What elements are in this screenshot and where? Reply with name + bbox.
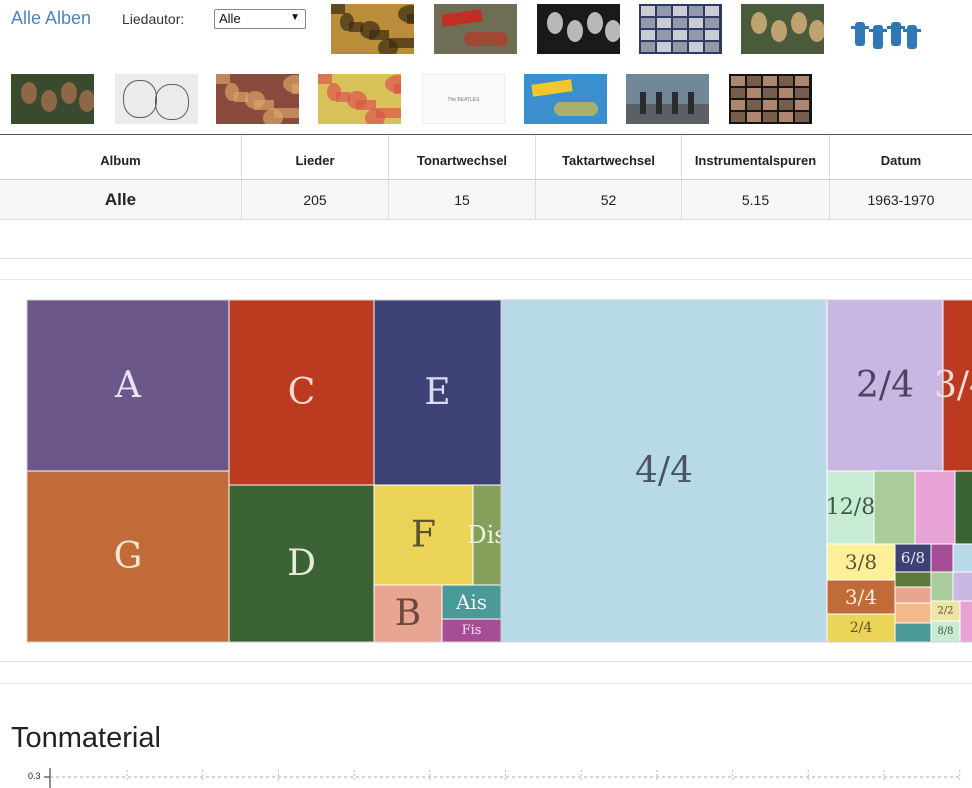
cell-songs: 205 — [242, 180, 389, 219]
meter-cell-small-0[interactable] — [930, 543, 954, 573]
album-cover-with-the-beatles-portrait[interactable] — [537, 4, 620, 54]
key-cell-d[interactable]: D — [228, 484, 375, 643]
key-cell-c[interactable]: C — [228, 299, 375, 486]
author-filter-label: Liedautor: — [122, 11, 185, 27]
key-cell-g-label: G — [114, 536, 143, 577]
meter-cell-7[interactable]: 3/8 — [826, 543, 896, 581]
album-cover-abbey-road[interactable] — [626, 74, 709, 124]
meter-cell-2-label: 3/4 — [934, 365, 972, 406]
key-cell-f[interactable]: F — [373, 484, 474, 586]
meter-cell-9[interactable]: 3/4 — [826, 579, 896, 615]
album-cover-revolver[interactable] — [115, 74, 198, 124]
meter-cell-7-label: 3/8 — [845, 550, 877, 574]
key-cell-ais-label: Ais — [455, 590, 487, 614]
divider — [0, 661, 972, 662]
col-header-key-changes[interactable]: Tonartwechsel — [389, 135, 536, 179]
col-header-songs[interactable]: Lieder — [242, 135, 389, 179]
key-cell-a[interactable]: A — [26, 299, 230, 472]
key-cell-fis-label: Fis — [462, 623, 482, 638]
cell-meter-changes: 52 — [536, 180, 682, 219]
meter-cell-12-label: 8/8 — [937, 626, 953, 637]
table-row[interactable]: Alle 205 15 52 5.15 1963-1970 — [0, 179, 972, 220]
meter-cell-10-label: 2/4 — [850, 620, 873, 636]
col-header-album[interactable]: Album — [0, 135, 242, 179]
album-cover-white-album[interactable]: The BEATLES — [422, 74, 505, 124]
author-select-value: Alle — [219, 11, 241, 26]
stats-table: Album Lieder Tonartwechsel Taktartwechse… — [0, 134, 972, 220]
divider — [0, 683, 972, 684]
album-cover-let-it-be[interactable] — [729, 74, 812, 124]
col-header-date[interactable]: Datum — [830, 135, 972, 179]
meter-cell-small-7[interactable] — [952, 571, 972, 602]
meter-cell-11[interactable]: 2/2 — [930, 600, 961, 622]
meter-cell-9-label: 3/4 — [845, 585, 877, 609]
album-cover-beatles-for-sale[interactable] — [741, 4, 824, 54]
meter-cell-4[interactable] — [873, 470, 916, 545]
key-cell-a-label: A — [114, 365, 142, 406]
key-cell-e-label: E — [424, 372, 450, 413]
album-cover-please-please-me[interactable] — [331, 4, 414, 54]
meter-cell-small-8[interactable] — [959, 600, 972, 643]
meter-cell-1-label: 2/4 — [856, 365, 914, 406]
chevron-down-icon: ▼ — [290, 12, 300, 23]
key-cell-g[interactable]: G — [26, 470, 230, 643]
meter-cell-3[interactable]: 12/8 — [826, 470, 875, 545]
cell-album: Alle — [0, 180, 242, 219]
album-cover-magical-mystery-tour[interactable] — [318, 74, 401, 124]
meter-cell-small-4[interactable] — [894, 602, 932, 624]
meter-cell-5[interactable] — [914, 470, 956, 545]
key-cell-c-label: C — [288, 372, 316, 413]
key-cell-fis[interactable]: Fis — [441, 618, 502, 643]
key-cell-b[interactable]: B — [373, 584, 443, 643]
table-header-row: Album Lieder Tonartwechsel Taktartwechse… — [0, 135, 972, 179]
meter-cell-8[interactable]: 6/8 — [894, 543, 932, 573]
cell-instrument-tracks: 5.15 — [682, 180, 830, 219]
meter-cell-10[interactable]: 2/4 — [826, 613, 896, 643]
key-cell-f-label: F — [411, 515, 436, 556]
author-select[interactable]: Alle ▼ — [214, 9, 306, 29]
key-cell-d-label: D — [287, 543, 316, 584]
album-cover-with-the-beatles[interactable] — [434, 4, 517, 54]
album-cover-rubber-soul[interactable] — [11, 74, 94, 124]
meter-cell-small-1[interactable] — [952, 543, 972, 573]
cell-key-changes: 15 — [389, 180, 536, 219]
col-header-instrument-tracks[interactable]: Instrumentalspuren — [682, 135, 830, 179]
meter-cell-3-label: 12/8 — [826, 495, 875, 520]
meter-cell-small-6[interactable] — [930, 571, 954, 602]
album-cover-hard-days-night[interactable] — [639, 4, 722, 54]
meter-cell-12[interactable]: 8/8 — [930, 620, 961, 643]
divider — [0, 258, 972, 259]
album-cover-help[interactable] — [843, 4, 926, 54]
album-cover-sgt-pepper[interactable] — [216, 74, 299, 124]
tonmaterial-title: Tonmaterial — [11, 722, 161, 754]
cell-date: 1963-1970 — [867, 191, 935, 208]
key-cell-b-label: B — [395, 593, 421, 634]
album-cover-yellow-submarine[interactable] — [524, 74, 607, 124]
meter-cell-8-label: 6/8 — [901, 549, 925, 567]
meter-cell-0[interactable]: 4/4 — [500, 299, 828, 643]
meter-cell-small-3[interactable] — [894, 586, 932, 604]
meter-cell-11-label: 2/2 — [937, 606, 953, 617]
divider — [0, 279, 972, 280]
tonmaterial-chart: 0.3 — [0, 766, 972, 788]
key-cell-ais[interactable]: Ais — [441, 584, 502, 620]
meter-cell-0-label: 4/4 — [635, 451, 693, 492]
all-albums-link[interactable]: Alle Alben — [11, 8, 91, 29]
white-album-title: The BEATLES — [447, 97, 480, 103]
meter-cell-small-5[interactable] — [894, 622, 932, 643]
meter-cell-small-2[interactable] — [894, 571, 932, 588]
meter-cell-1[interactable]: 2/4 — [826, 299, 944, 472]
tonmaterial-gridline — [44, 768, 961, 788]
col-header-meter-changes[interactable]: Taktartwechsel — [536, 135, 682, 179]
key-cell-e[interactable]: E — [373, 299, 502, 486]
meter-cell-6[interactable] — [954, 470, 972, 545]
